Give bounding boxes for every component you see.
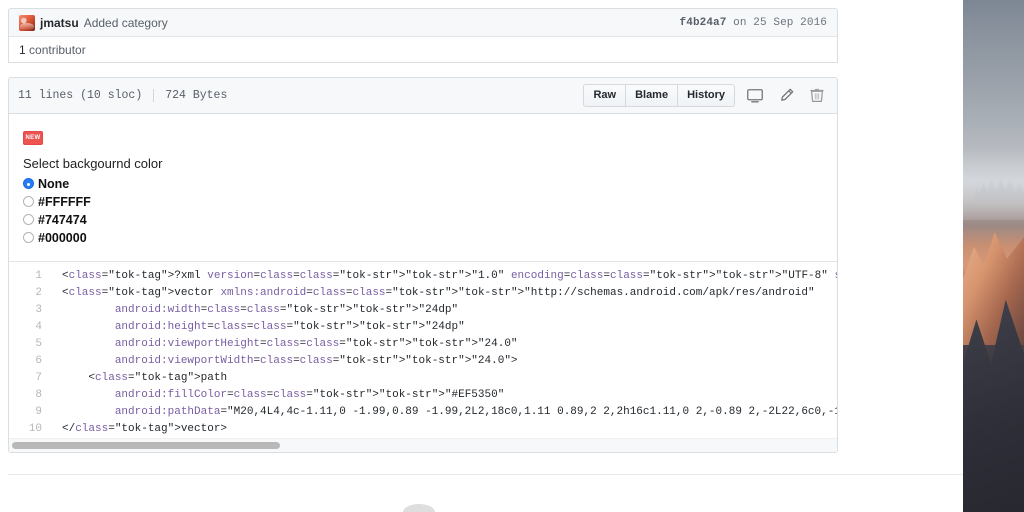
code-line-row: 7 <class="tok-tag">path (9, 369, 837, 387)
commit-author-name[interactable]: jmatsu (40, 16, 79, 30)
file-box: 11 lines (10 sloc) 724 Bytes Raw Blame H… (8, 77, 838, 453)
radio-indicator[interactable] (23, 214, 34, 226)
line-content[interactable]: </class="tok-tag">vector> (52, 421, 837, 438)
code-line-row: 9 android:pathData="M20,4L4,4c-1.11,0 -1… (9, 403, 837, 421)
trash-icon[interactable] (806, 85, 828, 107)
radio-label: #747474 (38, 212, 87, 227)
code-line-row: 4 android:height=class=class="tok-str">"… (9, 318, 837, 336)
code-line-row: 8 android:fillColor=class=class="tok-str… (9, 386, 837, 404)
line-content[interactable]: android:viewportWidth=class=class="tok-s… (52, 353, 837, 370)
line-content[interactable]: <class="tok-tag">vector xmlns:android=cl… (52, 285, 837, 302)
code-line-row: 6 android:viewportWidth=class=class="tok… (9, 352, 837, 370)
radio-option-ffffff[interactable]: #FFFFFF (23, 193, 823, 211)
file-actions: Raw Blame History (583, 84, 828, 107)
page-bottom-divider (8, 474, 963, 475)
line-content[interactable]: <class="tok-tag">path (52, 370, 837, 387)
radio-indicator[interactable] (23, 232, 34, 244)
commit-date: on 25 Sep 2016 (733, 16, 827, 29)
line-content[interactable]: android:width=class=class="tok-str">"tok… (52, 302, 837, 319)
line-number: 1 (9, 267, 52, 285)
line-number: 8 (9, 386, 52, 404)
contributors-row[interactable]: 1 contributor (9, 36, 837, 62)
pencil-icon[interactable] (775, 85, 797, 107)
preview-title: Select backgournd color (23, 156, 163, 171)
code-line-row: 2 <class="tok-tag">vector xmlns:android=… (9, 284, 837, 302)
radio-label: None (38, 176, 70, 191)
new-badge: NEW (23, 131, 43, 145)
code-blob: 1 <class="tok-tag">?xml version=class=cl… (9, 261, 837, 452)
line-number: 6 (9, 352, 52, 370)
line-content[interactable]: android:pathData="M20,4L4,4c-1.11,0 -1.9… (52, 404, 837, 421)
github-file-page: jmatsu Added category f4b24a7 on 25 Sep … (0, 0, 963, 512)
radio-label: #000000 (38, 230, 87, 245)
page-content: jmatsu Added category f4b24a7 on 25 Sep … (8, 8, 838, 453)
radio-option-747474[interactable]: #747474 (23, 211, 823, 229)
contributors-label: contributor (29, 42, 86, 57)
commit-summary-row: jmatsu Added category f4b24a7 on 25 Sep … (9, 9, 837, 36)
wallpaper-fog (963, 150, 1024, 220)
line-content[interactable]: android:fillColor=class=class="tok-str">… (52, 387, 837, 404)
line-number: 7 (9, 369, 52, 387)
user-avatar-image[interactable] (19, 14, 35, 31)
code-table: 1 <class="tok-tag">?xml version=class=cl… (9, 267, 837, 438)
scrollbar-thumb[interactable] (12, 441, 280, 449)
code-line-row: 1 <class="tok-tag">?xml version=class=cl… (9, 267, 837, 285)
file-size: 724 Bytes (165, 89, 228, 102)
file-info-divider (153, 89, 155, 102)
line-number: 3 (9, 301, 52, 319)
screen-root: jmatsu Added category f4b24a7 on 25 Sep … (0, 0, 1024, 512)
code-line-row: 10 </class="tok-tag">vector> (9, 420, 837, 438)
contributors-count: 1 (19, 42, 26, 57)
line-number: 4 (9, 318, 52, 336)
radio-indicator[interactable] (23, 178, 34, 190)
line-content[interactable]: android:height=class=class="tok-str">"to… (52, 319, 837, 336)
blame-button[interactable]: Blame (626, 84, 679, 107)
code-line-row: 5 android:viewportHeight=class=class="to… (9, 335, 837, 353)
line-number: 9 (9, 403, 52, 421)
radio-option-000000[interactable]: #000000 (23, 229, 823, 247)
line-number: 5 (9, 335, 52, 353)
code-line-row: 3 android:width=class=class="tok-str">"t… (9, 301, 837, 319)
file-button-group: Raw Blame History (583, 84, 735, 107)
line-content[interactable]: <class="tok-tag">?xml version=class=clas… (52, 268, 837, 285)
page-bottom-partial-element (403, 504, 435, 512)
code-horizontal-scrollbar[interactable] (9, 437, 837, 452)
history-button[interactable]: History (678, 84, 735, 107)
commit-message[interactable]: Added category (84, 16, 168, 30)
raw-button[interactable]: Raw (583, 84, 627, 107)
radio-indicator[interactable] (23, 196, 34, 208)
line-number: 2 (9, 284, 52, 302)
desktop-wallpaper (963, 0, 1024, 512)
line-number: 10 (9, 420, 52, 438)
file-lines-info: 11 lines (10 sloc) (18, 89, 143, 102)
file-info: 11 lines (10 sloc) 724 Bytes (18, 89, 227, 102)
commit-header-box: jmatsu Added category f4b24a7 on 25 Sep … (8, 8, 838, 63)
commit-hash[interactable]: f4b24a7 (680, 17, 727, 29)
radio-option-none[interactable]: None (23, 175, 823, 193)
code-scroll-viewport[interactable]: 1 <class="tok-tag">?xml version=class=cl… (9, 262, 837, 438)
rendered-preview: NEW Select backgournd color None #FFFFFF (9, 114, 837, 262)
file-toolbar: 11 lines (10 sloc) 724 Bytes Raw Blame H… (9, 78, 837, 114)
desktop-icon[interactable] (744, 85, 766, 107)
commit-meta: f4b24a7 on 25 Sep 2016 (680, 17, 827, 29)
radio-label: #FFFFFF (38, 194, 91, 209)
line-content[interactable]: android:viewportHeight=class=class="tok-… (52, 336, 837, 353)
background-color-radio-group: None #FFFFFF #747474 #000000 (23, 175, 823, 247)
